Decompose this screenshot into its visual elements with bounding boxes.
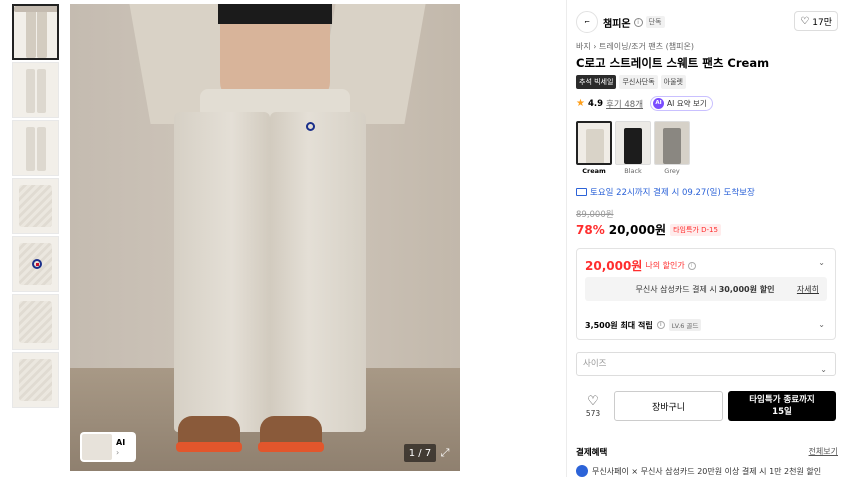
payment-benefit-text: 무신사페이 × 무신사 삼성카드 20만원 이상 결제 시 1만 2천원 할인 bbox=[592, 466, 822, 476]
tag-exclusive: 무신사단독 bbox=[619, 75, 658, 89]
my-price-row[interactable]: 20,000원 나의 할인가 i bbox=[585, 257, 696, 274]
timesale-badge: 타임특가 D-15 bbox=[670, 223, 721, 236]
cart-button[interactable]: 장바구니 bbox=[614, 391, 723, 421]
card-detail-link[interactable]: 자세히 bbox=[797, 284, 819, 295]
discount-rate: 78% bbox=[576, 222, 605, 237]
size-select[interactable]: 사이즈 ⌄ bbox=[576, 352, 836, 376]
points-text: 3,500원 최대 적립 bbox=[585, 320, 653, 330]
star-icon: ★ bbox=[576, 98, 585, 109]
thumbnail-6[interactable] bbox=[12, 294, 59, 350]
thumbnail-4[interactable] bbox=[12, 178, 59, 234]
delivery-text: 토요일 22시까지 결제 시 09.27(일) 도착보장 bbox=[590, 188, 755, 198]
musinsa-pay-icon bbox=[576, 465, 588, 477]
action-row: ♡ 573 장바구니 타임특가 종료까지 15일 bbox=[576, 390, 838, 422]
tag-sale: 추석 빅세일 bbox=[576, 75, 617, 89]
tag-outlet: 아울렛 bbox=[660, 75, 686, 89]
info-icon[interactable]: i bbox=[687, 261, 696, 270]
delivery-info: 토요일 22시까지 결제 시 09.27(일) 도착보장 bbox=[576, 186, 755, 198]
main-product-image[interactable]: AI › 1 / 7 ⤢ bbox=[70, 4, 460, 471]
wishlist-button[interactable]: ♡ 573 bbox=[576, 393, 610, 418]
truck-icon bbox=[576, 188, 587, 196]
card-discount-amount: 30,000원 할인 bbox=[718, 284, 775, 294]
tag-list: 추석 빅세일 무신사단독 아울렛 bbox=[576, 75, 686, 89]
chevron-down-icon: ⌄ bbox=[820, 365, 827, 374]
chevron-right-icon: › bbox=[116, 447, 120, 457]
heart-icon: ♡ bbox=[800, 15, 810, 27]
rating-score: 4.9 bbox=[587, 98, 604, 109]
like-count: 17만 bbox=[812, 17, 832, 28]
ai-summary-button[interactable]: AI AI 요약 보기 bbox=[650, 96, 713, 111]
buy-button-line2: 15일 bbox=[772, 407, 792, 417]
wishlist-count: 573 bbox=[585, 408, 601, 418]
benefit-box: 20,000원 나의 할인가 i ⌄ 무신사 삼성카드 결제 시 30,000원… bbox=[576, 248, 836, 340]
price-row: 78% 20,000원 타임특가 D-15 bbox=[576, 221, 721, 238]
color-option-grey[interactable]: Grey bbox=[654, 121, 690, 175]
like-button[interactable]: ♡ 17만 bbox=[794, 11, 838, 31]
thumbnail-1[interactable] bbox=[12, 4, 59, 60]
level-badge: LV.6 골드 bbox=[668, 319, 702, 331]
thumbnail-5[interactable] bbox=[12, 236, 59, 292]
points-row[interactable]: 3,500원 최대 적립 i LV.6 골드 bbox=[585, 319, 702, 331]
thumbnail-3[interactable] bbox=[12, 120, 59, 176]
ai-image-chip[interactable]: AI › bbox=[80, 432, 136, 462]
thumbnail-2[interactable] bbox=[12, 62, 59, 118]
buy-button-line1: 타임특가 종료까지 bbox=[749, 395, 815, 405]
ai-icon: AI bbox=[653, 98, 665, 109]
breadcrumb[interactable]: 바지 › 트레이닝/조거 팬츠 (챔피온) bbox=[576, 41, 694, 52]
color-name: Cream bbox=[582, 167, 606, 175]
payment-benefits-title: 결제혜택 bbox=[576, 448, 608, 458]
image-counter: 1 / 7 bbox=[404, 444, 436, 462]
chevron-down-icon[interactable]: ⌄ bbox=[818, 320, 825, 329]
review-link[interactable]: 후기 48개 bbox=[606, 98, 643, 110]
chevron-down-icon[interactable]: ⌄ bbox=[818, 258, 825, 267]
size-placeholder: 사이즈 bbox=[583, 359, 607, 369]
ai-chip-thumbnail bbox=[82, 434, 112, 460]
color-name: Black bbox=[624, 167, 642, 175]
my-price-label: 나의 할인가 bbox=[645, 261, 685, 270]
card-discount-prefix: 무신사 삼성카드 결제 시 bbox=[635, 284, 717, 294]
product-title: C로고 스트레이트 스웨트 팬츠 Cream bbox=[576, 56, 770, 70]
card-discount-row: 무신사 삼성카드 결제 시 30,000원 할인 자세히 bbox=[585, 277, 827, 301]
thumbnail-7[interactable] bbox=[12, 352, 59, 408]
ai-chip-label: AI bbox=[116, 437, 126, 447]
brand-logo[interactable]: ⌐ bbox=[576, 11, 598, 33]
brand-name[interactable]: 챔피온 bbox=[603, 15, 631, 30]
info-icon[interactable]: i bbox=[633, 17, 643, 27]
color-name: Grey bbox=[664, 167, 680, 175]
thumbnail-list bbox=[12, 4, 59, 410]
expand-icon[interactable]: ⤢ bbox=[438, 446, 452, 460]
ai-summary-label: AI 요약 보기 bbox=[667, 99, 707, 108]
payment-view-all-link[interactable]: 전체보기 bbox=[809, 446, 838, 457]
champion-logo-icon bbox=[306, 122, 315, 131]
rating-row: ★ 4.9 후기 48개 AI AI 요약 보기 bbox=[576, 96, 713, 111]
buy-button[interactable]: 타임특가 종료까지 15일 bbox=[728, 391, 836, 421]
heart-icon: ♡ bbox=[587, 393, 599, 409]
color-option-black[interactable]: Black bbox=[615, 121, 651, 175]
original-price: 89,000원 bbox=[576, 210, 614, 220]
my-price-amount: 20,000원 bbox=[585, 259, 643, 273]
color-option-cream[interactable]: Cream bbox=[576, 121, 612, 175]
info-icon[interactable]: i bbox=[656, 321, 665, 329]
payment-benefit-row[interactable]: 무신사페이 × 무신사 삼성카드 20만원 이상 결제 시 1만 2천원 할인 bbox=[576, 465, 821, 477]
brand-row: ⌐ 챔피온 i 단독 ♡ 17만 bbox=[576, 10, 838, 34]
sale-price: 20,000원 bbox=[608, 223, 667, 237]
exclusive-badge: 단독 bbox=[645, 16, 665, 28]
panel-divider bbox=[566, 0, 567, 477]
color-options: Cream Black Grey bbox=[576, 121, 690, 175]
